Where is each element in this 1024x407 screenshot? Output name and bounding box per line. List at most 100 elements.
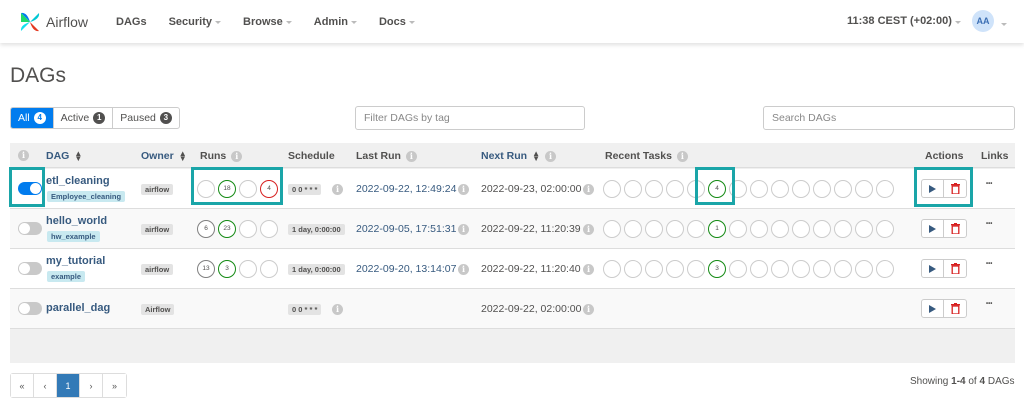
run-status-circle[interactable]: 13: [197, 260, 215, 278]
task-status-circle[interactable]: [750, 260, 768, 278]
owner-tag[interactable]: airflow: [141, 184, 174, 195]
task-status-circle[interactable]: [603, 180, 621, 198]
links-menu-icon[interactable]: •••: [986, 221, 992, 227]
delete-dag-button[interactable]: [944, 220, 966, 237]
trigger-dag-button[interactable]: [922, 220, 945, 237]
run-status-circle[interactable]: [239, 260, 257, 278]
task-status-circle[interactable]: [666, 220, 684, 238]
task-status-circle[interactable]: [645, 220, 663, 238]
task-status-circle[interactable]: [876, 260, 894, 278]
header-owner[interactable]: Owner ▲ ▼: [141, 150, 187, 163]
tag-filter-input[interactable]: Filter DAGs by tag: [355, 106, 585, 130]
pause-toggle[interactable]: [18, 222, 42, 235]
trigger-dag-button[interactable]: [922, 260, 945, 277]
task-status-circle[interactable]: [855, 260, 873, 278]
dag-link[interactable]: etl_cleaning: [46, 175, 110, 187]
task-status-circle[interactable]: [750, 180, 768, 198]
links-menu-icon[interactable]: •••: [986, 181, 992, 187]
next-page-button[interactable]: ›: [80, 374, 103, 397]
brand-link[interactable]: Airflow: [19, 0, 88, 43]
run-status-circle[interactable]: 6: [197, 220, 215, 238]
dag-tag[interactable]: Employee_cleaning: [47, 191, 126, 202]
header-next-run[interactable]: Next Run ▲ ▼ i: [481, 149, 557, 163]
task-status-circle[interactable]: [624, 260, 642, 278]
task-status-circle[interactable]: [687, 220, 705, 238]
dag-link[interactable]: hello_world: [46, 215, 107, 227]
task-status-circle[interactable]: [666, 260, 684, 278]
last-run-link[interactable]: 2022-09-20, 13:14:07: [356, 263, 456, 275]
task-status-circle[interactable]: [624, 180, 642, 198]
nav-docs[interactable]: Docs: [379, 16, 415, 28]
pause-toggle[interactable]: [18, 262, 42, 275]
count-badge: 1: [93, 112, 106, 124]
timezone-dropdown[interactable]: 11:38 CEST (+02:00): [847, 15, 961, 27]
run-status-circle[interactable]: [260, 220, 278, 238]
header-dag[interactable]: DAG ▲ ▼: [46, 150, 82, 163]
nav-security[interactable]: Security: [169, 16, 221, 28]
task-status-circle[interactable]: [771, 260, 789, 278]
filter-paused-button[interactable]: Paused 3: [113, 108, 179, 128]
last-run-link[interactable]: 2022-09-22, 12:49:24: [356, 183, 456, 195]
task-status-circle[interactable]: [687, 260, 705, 278]
filter-active-button[interactable]: Active 1: [54, 108, 114, 128]
task-status-circle[interactable]: [876, 180, 894, 198]
task-status-circle[interactable]: [771, 220, 789, 238]
task-status-circle[interactable]: [645, 180, 663, 198]
search-dags-input[interactable]: Search DAGs: [763, 106, 1015, 130]
last-page-button[interactable]: »: [103, 374, 126, 397]
task-status-circle[interactable]: [813, 180, 831, 198]
task-status-circle[interactable]: [750, 220, 768, 238]
task-status-circle[interactable]: [792, 220, 810, 238]
dag-tag[interactable]: example: [47, 271, 86, 282]
run-status-circle[interactable]: [239, 220, 257, 238]
task-status-circle[interactable]: [834, 260, 852, 278]
owner-tag[interactable]: Airflow: [141, 304, 175, 315]
delete-dag-button[interactable]: [944, 300, 966, 317]
task-status-circle[interactable]: [729, 260, 747, 278]
task-status-circle[interactable]: [771, 180, 789, 198]
task-status-circle[interactable]: [645, 260, 663, 278]
task-status-circle[interactable]: [855, 180, 873, 198]
run-status-circle[interactable]: [260, 260, 278, 278]
task-status-circle[interactable]: [834, 220, 852, 238]
task-status-circle[interactable]: [792, 260, 810, 278]
dags-table: i DAG ▲ ▼ Owner ▲ ▼ Runs i Schedule Last Run i…: [10, 143, 1015, 363]
sort-icon: ▲ ▼: [532, 149, 541, 163]
task-status-circle[interactable]: 1: [708, 220, 726, 238]
task-status-circle[interactable]: [855, 220, 873, 238]
task-status-circle[interactable]: [603, 220, 621, 238]
user-avatar[interactable]: AA: [972, 10, 994, 32]
pause-toggle[interactable]: [18, 302, 42, 315]
header-recent-tasks: Recent Tasks i: [605, 150, 688, 162]
dag-link[interactable]: parallel_dag: [46, 302, 110, 314]
owner-tag[interactable]: airflow: [141, 224, 174, 235]
last-run-link[interactable]: 2022-09-05, 17:51:31: [356, 223, 456, 235]
prev-page-button[interactable]: ‹: [34, 374, 57, 397]
trigger-dag-button[interactable]: [922, 300, 945, 317]
run-status-circle[interactable]: 23: [218, 220, 236, 238]
first-page-button[interactable]: «: [11, 374, 34, 397]
owner-tag[interactable]: airflow: [141, 264, 174, 275]
links-menu-icon[interactable]: •••: [986, 261, 992, 267]
nav-dags[interactable]: DAGs: [116, 16, 147, 28]
task-status-circle[interactable]: [813, 220, 831, 238]
dag-tag[interactable]: hw_example: [47, 231, 100, 242]
run-status-circle[interactable]: 3: [218, 260, 236, 278]
task-status-circle[interactable]: [792, 180, 810, 198]
dag-link[interactable]: my_tutorial: [46, 255, 105, 267]
task-status-circle[interactable]: [624, 220, 642, 238]
task-status-circle[interactable]: [666, 180, 684, 198]
task-status-circle[interactable]: [834, 180, 852, 198]
task-status-circle[interactable]: [603, 260, 621, 278]
nav-admin[interactable]: Admin: [314, 16, 357, 28]
task-status-circle[interactable]: 3: [708, 260, 726, 278]
task-status-circle[interactable]: [729, 220, 747, 238]
current-page-button[interactable]: 1: [57, 374, 80, 397]
brand-name: Airflow: [46, 13, 89, 30]
task-status-circle[interactable]: [813, 260, 831, 278]
task-status-circle[interactable]: [876, 220, 894, 238]
nav-browse[interactable]: Browse: [243, 16, 292, 28]
filter-all-button[interactable]: All 4: [11, 108, 54, 128]
links-menu-icon[interactable]: •••: [986, 301, 992, 307]
delete-dag-button[interactable]: [944, 260, 966, 277]
